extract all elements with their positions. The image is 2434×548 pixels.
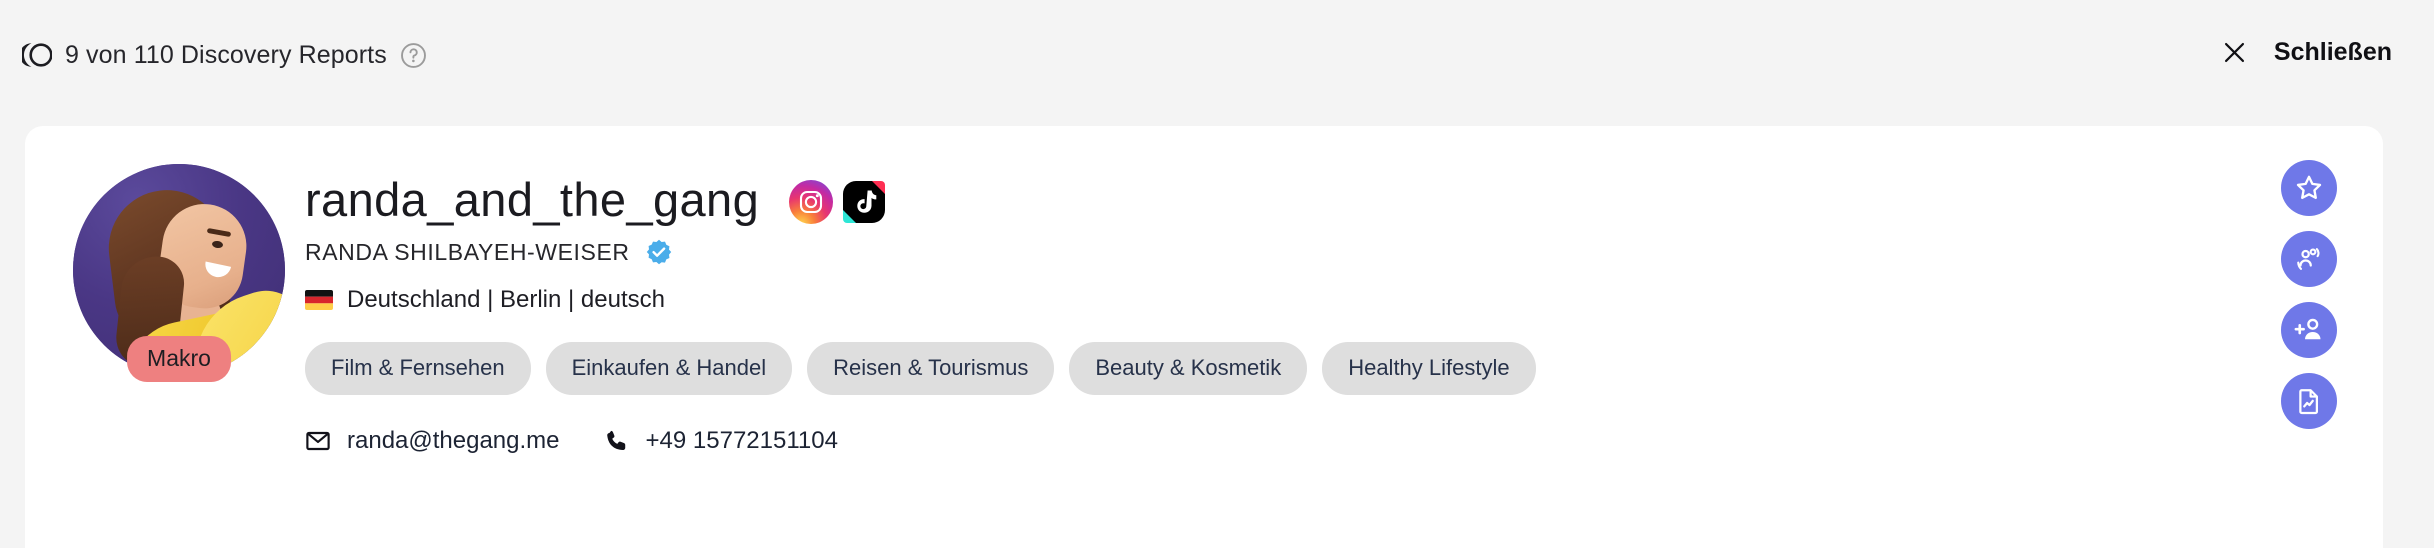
star-outline-icon [2294, 173, 2324, 203]
close-x-icon [2221, 39, 2248, 66]
report-count-label: 9 von 110 Discovery Reports [65, 40, 387, 69]
report-counter-group: 9 von 110 Discovery Reports [19, 40, 427, 70]
top-bar: 9 von 110 Discovery Reports Schließen [0, 0, 2434, 126]
close-button-label: Schließen [2273, 38, 2392, 66]
email-contact[interactable]: randa@thegang.me [305, 427, 560, 455]
phone-icon [604, 428, 630, 454]
social-links [789, 179, 886, 224]
profile-handle: randa_and_the_gang [305, 173, 760, 226]
favorite-star-button[interactable] [2281, 160, 2337, 216]
name-row: randa_and_the_gang [305, 174, 2205, 226]
location-row: Deutschland | Berlin | deutsch [305, 286, 2205, 314]
eclipse-logo-icon [19, 40, 53, 70]
instagram-icon[interactable] [789, 179, 834, 224]
phone-contact[interactable]: +49 15772151104 [604, 427, 838, 455]
open-report-button[interactable] [2281, 373, 2337, 429]
category-tag-list: Film & Fernsehen Einkaufen & Handel Reis… [305, 341, 2205, 395]
tiktok-icon[interactable] [842, 180, 886, 224]
email-value: randa@thegang.me [347, 426, 560, 454]
tier-badge: Makro [127, 336, 231, 382]
category-tag[interactable]: Einkaufen & Handel [545, 341, 793, 395]
discovery-report-profile-page: 9 von 110 Discovery Reports Schließen Ma… [0, 0, 2434, 548]
audience-insights-button[interactable] [2281, 231, 2337, 287]
action-rail [2281, 160, 2337, 429]
help-circle-icon[interactable] [400, 42, 427, 69]
profile-card: Makro randa_and_the_gang RANDA SHILBAYEH… [25, 126, 2383, 548]
phone-value: +49 15772151104 [645, 426, 838, 454]
category-tag[interactable]: Healthy Lifestyle [1322, 341, 1536, 395]
close-button[interactable]: Schließen [2221, 38, 2392, 67]
category-tag[interactable]: Beauty & Kosmetik [1069, 341, 1308, 395]
profile-real-name: RANDA SHILBAYEH-WEISER [305, 238, 630, 265]
identity-block: randa_and_the_gang RANDA SHILBAYEH-WEISE… [305, 174, 2205, 455]
verified-badge-icon [646, 239, 672, 265]
real-name-row: RANDA SHILBAYEH-WEISER [305, 239, 2205, 266]
contact-row: randa@thegang.me +49 15772151104 [305, 427, 2205, 455]
mail-icon [305, 428, 331, 454]
audience-waves-icon [2294, 244, 2324, 274]
report-document-icon [2294, 386, 2324, 416]
user-plus-icon [2294, 315, 2324, 345]
category-tag[interactable]: Reisen & Tourismus [807, 341, 1055, 395]
flag-de-icon [305, 289, 333, 310]
avatar-group: Makro [73, 164, 285, 382]
add-to-list-button[interactable] [2281, 302, 2337, 358]
location-label: Deutschland | Berlin | deutsch [347, 285, 665, 313]
category-tag[interactable]: Film & Fernsehen [305, 341, 531, 395]
